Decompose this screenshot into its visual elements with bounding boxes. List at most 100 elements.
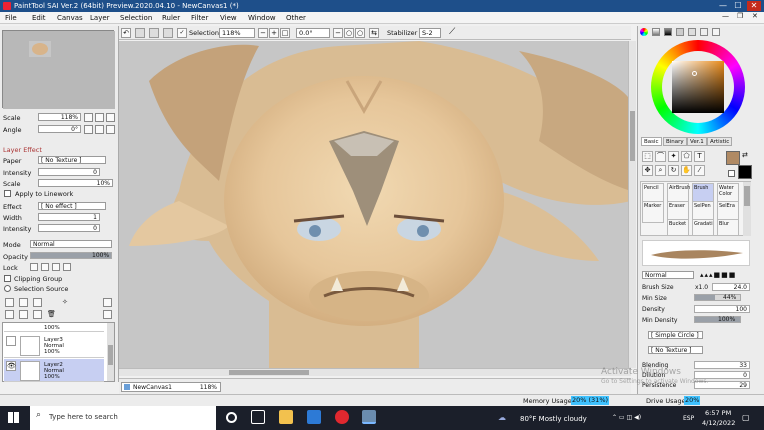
nav-rotate-left-icon[interactable] (84, 125, 93, 134)
brush-shape-select[interactable]: [ Simple Circle ] (648, 331, 703, 339)
lasso-icon[interactable]: ⌒ (655, 151, 666, 162)
photos-icon[interactable] (307, 410, 321, 424)
nav-zoom-in-icon[interactable] (95, 113, 104, 122)
painttool-sai-taskbar-icon[interactable] (362, 410, 376, 424)
rotate-reset-icon[interactable]: ○ (344, 28, 354, 38)
rotate-tool-icon[interactable]: ↻ (668, 165, 679, 176)
move-tool-icon[interactable]: ✥ (642, 165, 653, 176)
merge-down-icon[interactable] (19, 310, 28, 319)
close-button[interactable]: ✕ (747, 1, 761, 11)
scale-field[interactable]: 10% (38, 179, 113, 187)
clock-date[interactable]: 4/12/2022 (702, 419, 735, 427)
tab-basic[interactable]: Basic (641, 137, 662, 146)
line-tool-icon[interactable]: ⟋ (449, 27, 455, 37)
new-linework-layer-icon[interactable] (19, 298, 28, 307)
layers-scroll-thumb[interactable] (108, 345, 113, 365)
rotation-field[interactable]: 0.0° (296, 28, 330, 38)
menu-canvas[interactable]: Canvas (57, 14, 83, 22)
lock-paint-icon[interactable] (52, 263, 60, 271)
brush-palette-scrollbar[interactable] (743, 182, 751, 236)
nav-rotate-right-icon[interactable] (106, 125, 115, 134)
color-wheel-toggle-icon[interactable] (640, 28, 648, 36)
task-view-icon[interactable] (251, 410, 265, 424)
brush-shape-selector[interactable]: ▴▴▴■■■ (700, 271, 736, 279)
scratchpad-icon[interactable] (700, 28, 708, 36)
menu-other[interactable]: Other (286, 14, 306, 22)
density-field[interactable]: 100 (694, 305, 750, 313)
clipping-group-checkbox[interactable] (4, 275, 11, 282)
flip-icon[interactable]: ⇆ (369, 28, 379, 38)
hue-ring[interactable] (651, 40, 745, 134)
layer-effect-header[interactable]: Layer Effect (3, 146, 42, 154)
opera-icon[interactable] (335, 410, 349, 424)
intensity-field[interactable]: 0 (38, 168, 100, 176)
layers-scrollbar[interactable] (107, 323, 114, 381)
canvas-horizontal-scrollbar[interactable] (119, 368, 631, 376)
cortana-icon[interactable] (226, 412, 237, 423)
invert-selection-icon[interactable] (163, 28, 173, 38)
swatches-icon[interactable] (688, 28, 696, 36)
selection-source-checkbox[interactable] (4, 285, 11, 292)
inner-close-button[interactable]: ✕ (752, 12, 758, 20)
layer-row-selected[interactable]: 👁 Layer2 Normal 100% (4, 359, 104, 382)
redo-icon[interactable] (135, 28, 145, 38)
color-picker-cursor[interactable] (692, 71, 697, 76)
swap-colors-icon[interactable]: ⇄ (742, 151, 748, 159)
lock-pixels-icon[interactable] (30, 263, 38, 271)
maximize-button[interactable]: ☐ (731, 1, 745, 11)
rotate-left-icon[interactable]: − (333, 28, 343, 38)
nav-zoom-out-icon[interactable] (84, 113, 93, 122)
delete-layer-icon[interactable]: 🗑 (47, 310, 56, 319)
zoom-out-icon[interactable]: − (258, 28, 268, 38)
nav-rotate-reset-icon[interactable] (95, 125, 104, 134)
tab-artistic[interactable]: Artistic (707, 137, 733, 146)
width-field[interactable]: 1 (38, 213, 100, 221)
brush-marker[interactable]: Marker (642, 201, 664, 223)
lock-alpha-icon[interactable] (63, 263, 71, 271)
zoom-field[interactable]: 118% (219, 28, 255, 38)
lock-move-icon[interactable] (41, 263, 49, 271)
deselect-icon[interactable] (149, 28, 159, 38)
paper-select[interactable]: [ No Texture ] (38, 156, 106, 164)
tab-ver1[interactable]: Ver.1 (687, 137, 707, 146)
zoom-tool-icon[interactable]: ⌕ (655, 165, 666, 176)
brush-bucket[interactable]: Bucket (667, 219, 689, 236)
file-explorer-icon[interactable] (279, 410, 293, 424)
menu-layer[interactable]: Layer (90, 14, 110, 22)
visibility-toggle-icon[interactable] (6, 336, 16, 346)
selection-toggle-icon[interactable]: ✓ (177, 28, 187, 38)
shape-select-icon[interactable]: ⬠ (681, 151, 692, 162)
undo-icon[interactable]: ↶ (121, 28, 131, 38)
menu-selection[interactable]: Selection (120, 14, 152, 22)
windows-start-icon[interactable] (8, 412, 19, 423)
brush-scroll-thumb[interactable] (744, 186, 750, 206)
inner-restore-button[interactable]: ❐ (737, 12, 743, 20)
language-indicator[interactable]: ESP (683, 415, 694, 422)
nav-zoom-fit-icon[interactable] (106, 113, 115, 122)
menu-window[interactable]: Window (248, 14, 276, 22)
menu-edit[interactable]: Edit (32, 14, 46, 22)
clear-layer-icon[interactable] (33, 310, 42, 319)
new-folder-icon[interactable] (33, 298, 42, 307)
menu-ruler[interactable]: Ruler (162, 14, 180, 22)
layer-options-icon[interactable] (103, 298, 112, 307)
hand-tool-icon[interactable]: ✋ (681, 165, 692, 176)
tab-binary[interactable]: Binary (663, 137, 687, 146)
layer-row[interactable]: 100% (4, 323, 104, 332)
taskbar-search-box[interactable]: ⌕ Type here to search (30, 406, 216, 430)
weather-text[interactable]: 80°F Mostly cloudy (520, 415, 587, 423)
magic-wand-icon[interactable]: ✦ (668, 151, 679, 162)
brush-blur[interactable]: Blur (717, 219, 739, 236)
menu-filter[interactable]: Filter (191, 14, 208, 22)
color-history-icon[interactable] (712, 28, 720, 36)
brush-texture-select[interactable]: [ No Texture ] (648, 346, 703, 354)
transfer-down-icon[interactable] (5, 310, 14, 319)
nav-angle-field[interactable]: 0° (38, 125, 81, 133)
zoom-reset-icon[interactable]: □ (280, 28, 290, 38)
secondary-color-swatch[interactable] (738, 165, 752, 179)
stabilizer-select[interactable]: S-2 (419, 28, 441, 38)
new-layer-icon[interactable] (5, 298, 14, 307)
nav-scale-field[interactable]: 118% (38, 113, 81, 121)
hsv-slider-toggle-icon[interactable] (664, 28, 672, 36)
eyedropper-icon[interactable]: ⁄ (694, 165, 705, 176)
